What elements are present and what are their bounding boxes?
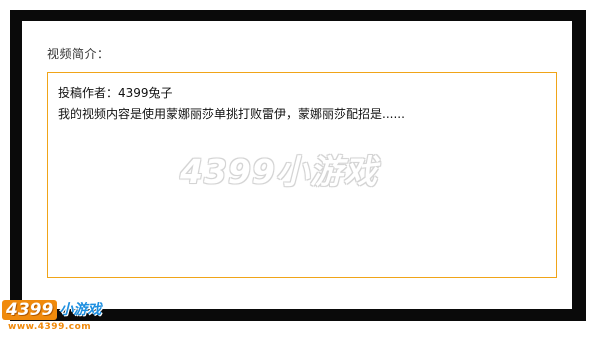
logo-chinese-text: 小游戏 [59, 302, 102, 318]
site-logo: 4399 小游戏 www.4399.com [2, 300, 118, 334]
logo-mark: 4399 小游戏 [2, 300, 101, 322]
content-line: 我的视频内容是使用蒙娜丽莎单挑打败雷伊，蒙娜丽莎配招是...... [58, 107, 405, 121]
video-intro-title: 视频简介： [47, 47, 110, 61]
watermark-text: 4399小游戏 [180, 152, 378, 191]
logo-number: 4399 [2, 300, 58, 320]
author-line: 投稿作者：4399兔子 [58, 86, 173, 100]
screenshot-frame: 视频简介： 投稿作者：4399兔子 我的视频内容是使用蒙娜丽莎单挑打败雷伊，蒙娜… [0, 0, 598, 337]
logo-url: www.4399.com [8, 322, 92, 332]
